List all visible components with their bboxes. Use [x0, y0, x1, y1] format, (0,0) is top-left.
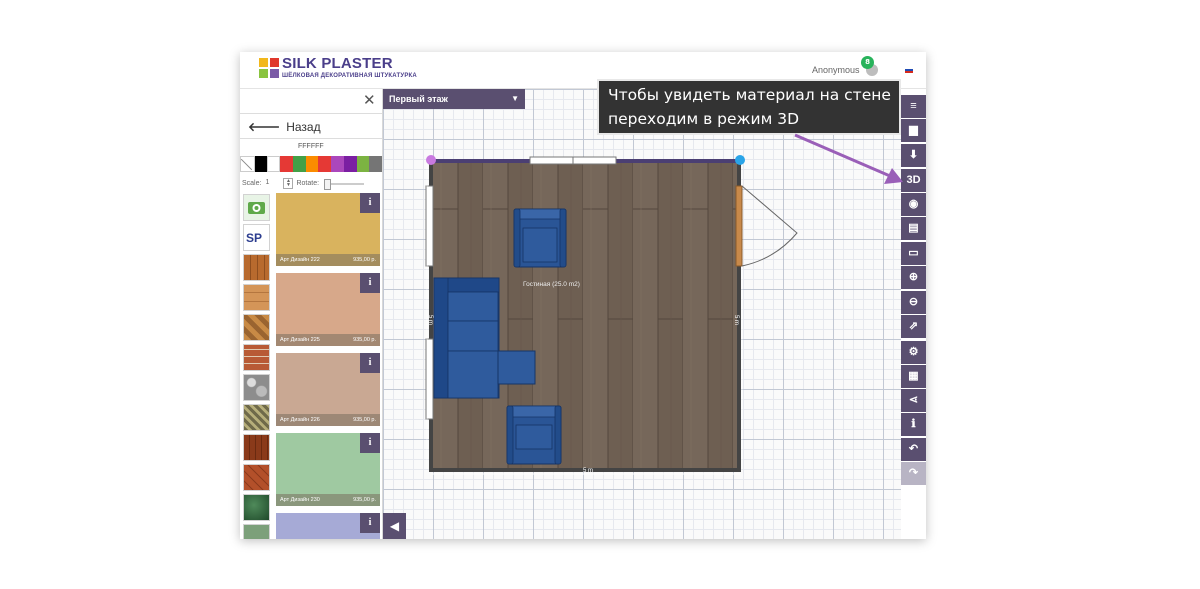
callout-arrow — [794, 133, 903, 184]
